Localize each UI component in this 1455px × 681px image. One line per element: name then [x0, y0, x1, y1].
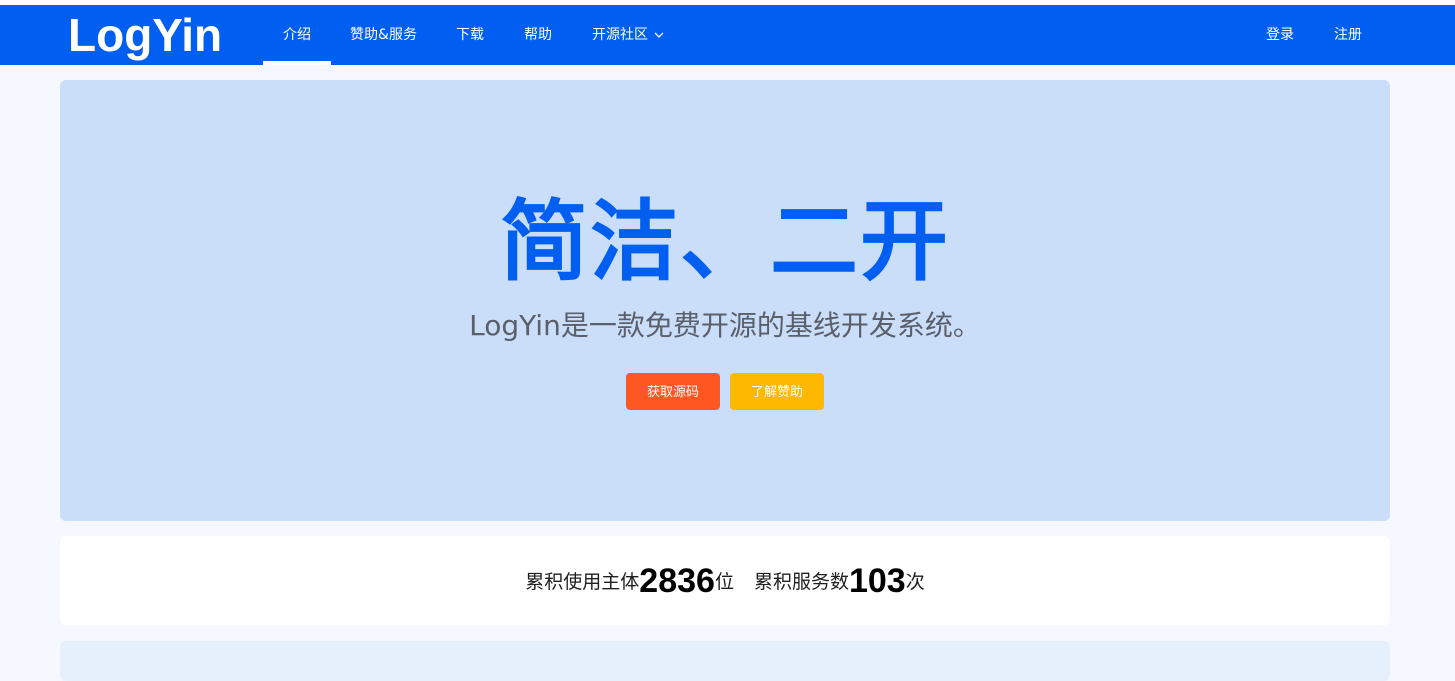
nav-item-label: 帮助: [524, 27, 552, 43]
top-navbar: LogYin 介绍 赞助&服务 下载 帮助 开源社区 登录 注册: [0, 5, 1455, 65]
login-label: 登录: [1266, 27, 1294, 43]
login-link[interactable]: 登录: [1246, 5, 1314, 65]
chevron-down-icon: [654, 32, 664, 38]
nav-item-download[interactable]: 下载: [436, 5, 504, 65]
nav-item-help[interactable]: 帮助: [504, 5, 572, 65]
users-count: 2836: [639, 561, 715, 600]
register-link[interactable]: 注册: [1314, 5, 1382, 65]
nav-item-label: 赞助&服务: [350, 27, 417, 43]
register-label: 注册: [1334, 27, 1362, 43]
stats-panel: 累积使用主体 2836 位 累积服务数 103 次: [60, 536, 1390, 625]
services-prefix: 累积服务数: [753, 571, 849, 593]
users-unit: 位: [714, 571, 734, 593]
hero-banner: 简洁、二开 LogYin是一款免费开源的基线开发系统。 获取源码 了解赞助: [60, 80, 1390, 521]
nav-item-label: 下载: [456, 27, 484, 43]
nav-item-intro[interactable]: 介绍: [263, 5, 331, 65]
get-source-button[interactable]: 获取源码: [626, 373, 720, 410]
services-count: 103: [848, 561, 906, 600]
next-section: [60, 641, 1390, 681]
stats-line: 累积使用主体 2836 位 累积服务数 103 次: [60, 536, 1390, 625]
nav-item-label: 介绍: [283, 27, 311, 43]
services-unit: 次: [905, 571, 925, 593]
learn-sponsor-button[interactable]: 了解赞助: [730, 373, 824, 410]
users-prefix: 累积使用主体: [525, 571, 640, 593]
hero-title: 简洁、二开: [499, 190, 950, 293]
site-logo[interactable]: LogYin: [68, 7, 222, 63]
nav-item-community[interactable]: 开源社区: [572, 5, 684, 65]
nav-item-label: 开源社区: [592, 27, 648, 43]
hero-subtitle: LogYin是一款免费开源的基线开发系统。: [469, 309, 981, 342]
nav-item-sponsor-service[interactable]: 赞助&服务: [331, 5, 436, 65]
